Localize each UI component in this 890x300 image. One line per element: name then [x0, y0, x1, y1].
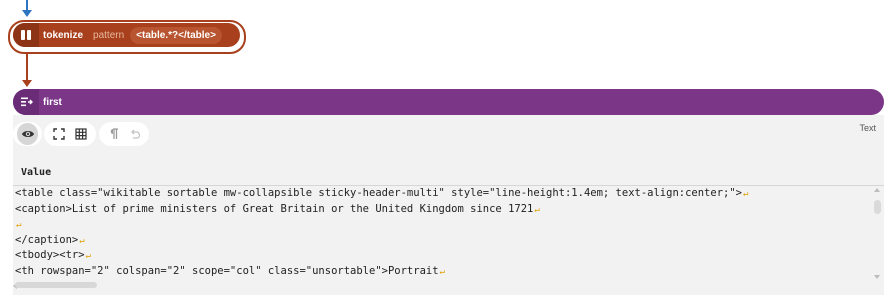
grid-icon[interactable] — [70, 123, 92, 145]
output-type-label: Text — [859, 123, 876, 133]
view-toggle-group — [13, 122, 42, 146]
value-line: </caption>↵ — [15, 233, 85, 246]
input-connector-arrow — [22, 10, 32, 17]
value-column-header: Value — [21, 167, 52, 178]
scroll-up-arrow[interactable] — [874, 188, 880, 192]
value-line: <tbody><tr>↵ — [15, 249, 91, 261]
newline-marker: ↵ — [742, 189, 749, 199]
newline-marker: ↵ — [534, 204, 540, 215]
newline-marker: ↵ — [85, 251, 91, 261]
scroll-down-arrow[interactable] — [874, 275, 880, 279]
first-node[interactable]: first — [13, 89, 884, 115]
first-list-icon — [13, 89, 39, 115]
output-panel: Text Value <table class="wikitable sorta… — [13, 115, 884, 295]
value-line: <table class="wikitable sortable mw-coll… — [15, 187, 749, 199]
tokenize-node[interactable]: tokenize pattern <table.*?</table> — [13, 23, 240, 47]
eye-icon[interactable] — [17, 123, 38, 145]
expand-icon[interactable] — [48, 123, 70, 145]
pilcrow-icon[interactable] — [103, 123, 124, 145]
value-text-area[interactable]: <table class="wikitable sortable mw-coll… — [13, 185, 884, 285]
horizontal-scrollbar-thumb[interactable] — [15, 282, 97, 288]
tokenize-param-label: pattern — [93, 29, 125, 41]
first-node-name: first — [43, 96, 62, 108]
format-toggle-group — [99, 122, 149, 146]
node-connector-arrow — [22, 80, 32, 87]
layout-toggle-group — [44, 122, 96, 146]
value-line: <th rowspan="2" colspan="2" scope="col" … — [15, 264, 445, 277]
tokenize-node-name: tokenize — [43, 29, 84, 41]
vertical-scrollbar-thumb[interactable] — [874, 200, 881, 214]
node-connector-line — [26, 54, 28, 82]
newline-marker: ↵ — [16, 220, 22, 230]
tokenize-icon — [13, 23, 39, 47]
undo-icon[interactable] — [124, 123, 145, 145]
newline-marker: ↵ — [439, 266, 445, 277]
value-line: ↵ — [13, 217, 884, 233]
value-line: <caption>List of prime ministers of Grea… — [15, 202, 540, 215]
tokenize-pattern-value[interactable]: <table.*?</table> — [130, 26, 222, 44]
newline-marker: ↵ — [79, 235, 85, 246]
